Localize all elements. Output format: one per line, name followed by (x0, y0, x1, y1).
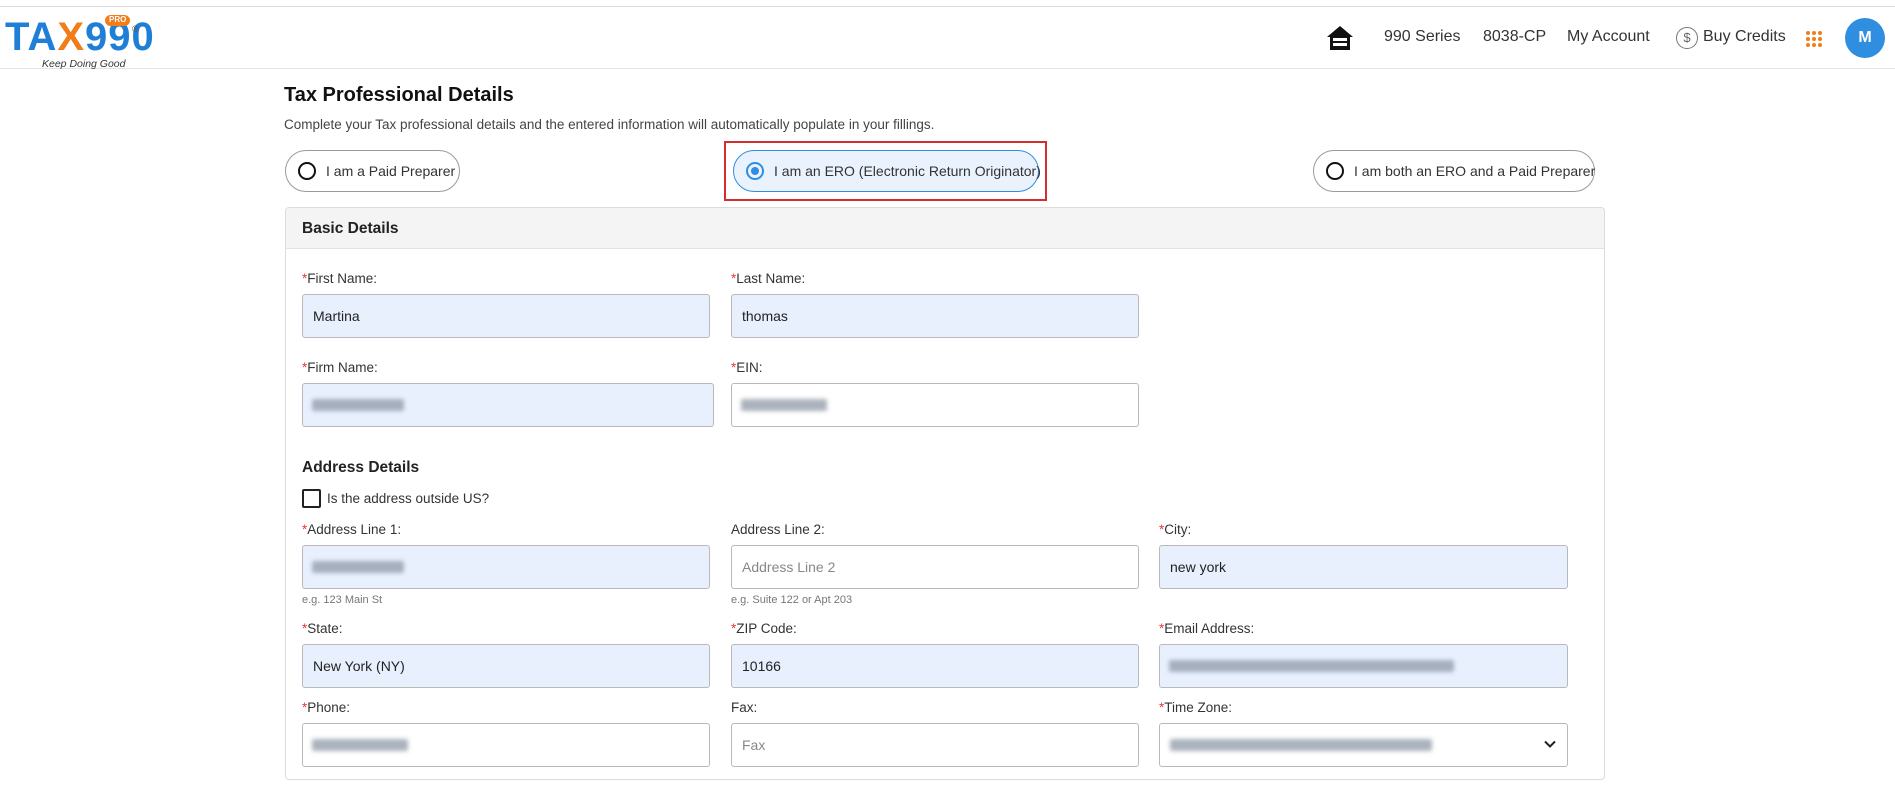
nav-8038-cp[interactable]: 8038-CP (1483, 28, 1546, 46)
address-line1-hint: e.g. 123 Main St (302, 594, 383, 606)
last-name-label: *Last Name: (731, 271, 806, 286)
logo-wordmark: TAX990 (5, 15, 155, 59)
role-option-label: I am a Paid Preparer (326, 163, 456, 179)
nav-990-series[interactable]: 990 Series (1384, 28, 1461, 46)
time-zone-select[interactable] (1159, 723, 1568, 767)
email-label: *Email Address: (1159, 621, 1255, 636)
outside-us-checkbox[interactable] (302, 489, 321, 508)
first-name-label: *First Name: (302, 271, 378, 286)
basic-details-heading: Basic Details (302, 220, 399, 237)
top-header: TAX990 PRO ® Keep Doing Good 990 Series … (0, 7, 1895, 70)
address-line1-label: *Address Line 1: (302, 522, 402, 537)
home-icon[interactable] (1325, 24, 1355, 52)
radio-button[interactable] (1326, 162, 1344, 180)
address-line2-input[interactable] (731, 545, 1139, 589)
logo-pro-badge: PRO (105, 15, 131, 26)
page-subtitle: Complete your Tax professional details a… (284, 117, 935, 132)
last-name-input[interactable] (731, 294, 1139, 338)
role-option-ero[interactable]: I am an ERO (Electronic Return Originato… (733, 150, 1041, 192)
redacted-value (1170, 739, 1432, 751)
state-input[interactable] (302, 644, 710, 688)
role-option-label: I am an ERO (Electronic Return Originato… (774, 163, 1041, 179)
fax-input[interactable] (731, 723, 1139, 767)
user-avatar[interactable]: M (1845, 18, 1885, 58)
logo-tagline: Keep Doing Good (42, 58, 126, 70)
logo-registered-mark: ® (132, 24, 139, 34)
page-title: Tax Professional Details (284, 84, 514, 106)
redacted-value (312, 739, 408, 751)
phone-label: *Phone: (302, 700, 351, 715)
city-label: *City: (1159, 522, 1192, 537)
email-input[interactable] (1159, 644, 1568, 688)
address-line2-hint: e.g. Suite 122 or Apt 203 (731, 594, 853, 606)
first-name-input[interactable] (302, 294, 710, 338)
state-label: *State: (302, 621, 343, 636)
time-zone-label: *Time Zone: (1159, 700, 1233, 715)
firm-name-label: *Firm Name: (302, 360, 378, 375)
radio-button[interactable] (298, 162, 316, 180)
apps-grid-icon[interactable] (1806, 31, 1822, 47)
ein-input[interactable] (731, 383, 1139, 427)
redacted-value (312, 561, 404, 573)
address-details-heading: Address Details (302, 459, 420, 476)
nav-buy-credits[interactable]: Buy Credits (1703, 28, 1786, 46)
zip-code-input[interactable] (731, 644, 1139, 688)
zip-code-label: *ZIP Code: (731, 621, 797, 636)
details-card: Basic Details *First Name: *Last Name: *… (285, 207, 1605, 780)
fax-label: Fax: (731, 700, 758, 715)
card-header: Basic Details (286, 208, 1604, 249)
role-option-label: I am both an ERO and a Paid Preparer (1354, 163, 1596, 179)
phone-input[interactable] (302, 723, 710, 767)
firm-name-input[interactable] (302, 383, 714, 427)
chevron-down-icon (1544, 740, 1556, 748)
address-line2-label: Address Line 2: (731, 522, 825, 537)
outside-us-label: Is the address outside US? (327, 491, 490, 506)
dollar-coin-icon: $ (1676, 27, 1698, 49)
role-option-both[interactable]: I am both an ERO and a Paid Preparer (1313, 150, 1595, 192)
address-line1-input[interactable] (302, 545, 710, 589)
radio-button-selected[interactable] (746, 162, 764, 180)
ein-label: *EIN: (731, 360, 763, 375)
city-input[interactable] (1159, 545, 1568, 589)
role-option-paid-preparer[interactable]: I am a Paid Preparer (285, 150, 460, 192)
redacted-value (741, 399, 827, 411)
tax990-logo[interactable]: TAX990 PRO ® Keep Doing Good (5, 13, 154, 70)
nav-my-account[interactable]: My Account (1567, 28, 1650, 46)
redacted-value (312, 399, 404, 411)
redacted-value (1169, 660, 1454, 672)
